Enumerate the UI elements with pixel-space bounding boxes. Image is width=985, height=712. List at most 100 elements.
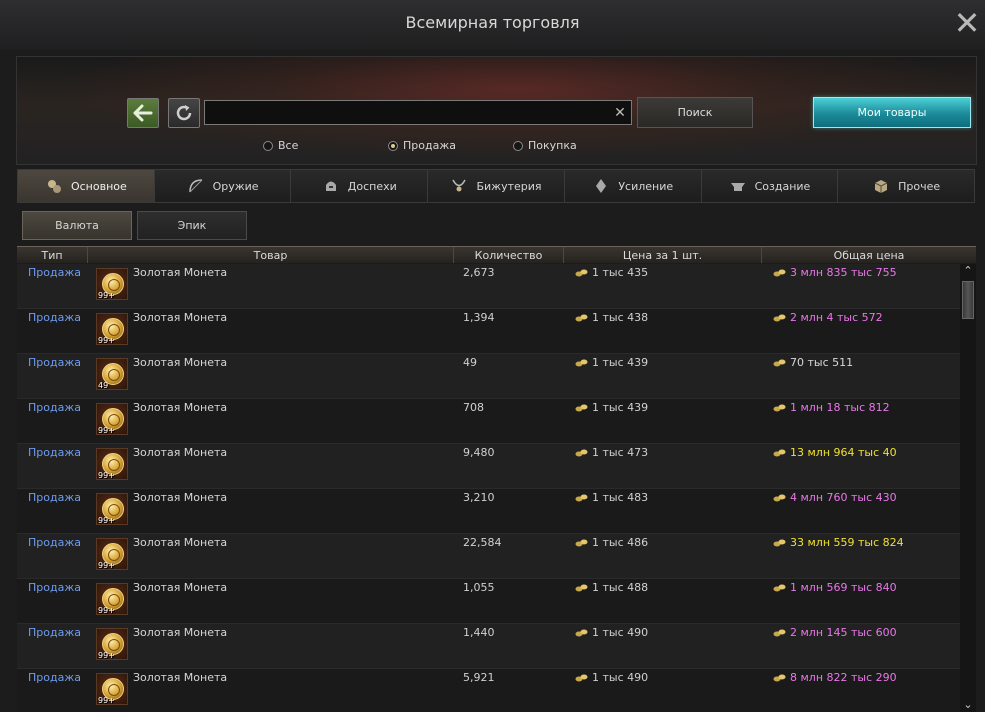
gold-coin-icon: 99+ <box>96 583 128 615</box>
item-icon[interactable]: 99+ <box>96 403 128 435</box>
row-total-price: 8 млн 822 тыс 290 <box>773 671 897 684</box>
tab-jewelry[interactable]: Бижутерия <box>428 170 565 202</box>
tab-weapons[interactable]: Оружие <box>154 170 292 202</box>
coin-icon <box>575 494 588 502</box>
filter-label: Покупка <box>528 139 577 152</box>
row-unit-price: 1 тыс 486 <box>575 536 648 549</box>
row-total-price: 2 млн 145 тыс 600 <box>773 626 897 639</box>
table-row[interactable]: Продажа 99+ Золотая Монета 1,394 1 тыс 438 2 … <box>17 309 960 354</box>
coin-icon <box>773 584 786 592</box>
table-row[interactable]: Продажа 99+ Золотая Монета 708 1 тыс 439 1 мл… <box>17 399 960 444</box>
column-header-unit-price[interactable]: Цена за 1 шт. <box>564 247 762 263</box>
coin-icon <box>575 584 588 592</box>
row-type[interactable]: Продажа <box>28 536 81 549</box>
table-row[interactable]: Продажа 99+ Золотая Монета 3,210 1 тыс 483 4 … <box>17 489 960 534</box>
coin-icon <box>575 314 588 322</box>
tab-main[interactable]: Основное <box>18 170 155 202</box>
column-header-type[interactable]: Тип <box>17 247 88 263</box>
row-type[interactable]: Продажа <box>28 311 81 324</box>
table-row[interactable]: Продажа 99+ Золотая Монета 2,673 1 тыс 435 3 … <box>17 264 960 309</box>
row-unit-price: 1 тыс 483 <box>575 491 648 504</box>
bow-icon <box>188 179 202 193</box>
clear-search-button[interactable]: ✕ <box>611 104 629 122</box>
tab-enhancement[interactable]: Усиление <box>564 170 702 202</box>
table-row[interactable]: Продажа 99+ Золотая Монета 1,440 1 тыс 490 2 … <box>17 624 960 669</box>
unit-price-value: 1 тыс 486 <box>592 536 649 549</box>
row-type[interactable]: Продажа <box>28 266 81 279</box>
item-icon[interactable]: 99+ <box>96 493 128 525</box>
coin-icon <box>575 404 588 412</box>
item-icon[interactable]: 99+ <box>96 313 128 345</box>
gold-coin-icon: 99+ <box>96 268 128 300</box>
table-row[interactable]: Продажа 99+ Золотая Монета 1,055 1 тыс 488 1 … <box>17 579 960 624</box>
coin-icon <box>575 629 588 637</box>
column-header-total-price[interactable]: Общая цена <box>762 247 976 263</box>
item-icon[interactable]: 49 <box>96 358 128 390</box>
row-unit-price: 1 тыс 490 <box>575 671 648 684</box>
item-icon[interactable]: 99+ <box>96 268 128 300</box>
column-header-item[interactable]: Товар <box>88 247 454 263</box>
tab-other[interactable]: Прочее <box>838 170 975 202</box>
stack-count: 99+ <box>98 291 115 300</box>
row-type[interactable]: Продажа <box>28 491 81 504</box>
row-type[interactable]: Продажа <box>28 671 81 684</box>
item-icon[interactable]: 99+ <box>96 673 128 705</box>
subtab-epic[interactable]: Эпик <box>137 211 247 240</box>
item-icon[interactable]: 99+ <box>96 628 128 660</box>
chevron-down-icon[interactable]: ⌄ <box>960 698 976 712</box>
refresh-icon <box>176 105 192 121</box>
close-button[interactable]: ✕ <box>951 7 983 40</box>
unit-price-value: 1 тыс 473 <box>592 446 649 459</box>
item-icon[interactable]: 99+ <box>96 583 128 615</box>
gold-coin-icon: 99+ <box>96 538 128 570</box>
item-icon[interactable]: 99+ <box>96 538 128 570</box>
row-type[interactable]: Продажа <box>28 581 81 594</box>
row-type[interactable]: Продажа <box>28 626 81 639</box>
row-total-price: 13 млн 964 тыс 40 <box>773 446 897 459</box>
row-total-price: 2 млн 4 тыс 572 <box>773 311 883 324</box>
filter-buy-radio[interactable]: Покупка <box>513 139 577 152</box>
row-type[interactable]: Продажа <box>28 401 81 414</box>
coin-icon <box>773 674 786 682</box>
tab-armor[interactable]: Доспехи <box>291 170 429 202</box>
coin-icon <box>773 494 786 502</box>
coin-icon <box>773 359 786 367</box>
unit-price-value: 1 тыс 439 <box>592 356 649 369</box>
refresh-button[interactable] <box>168 98 200 128</box>
row-quantity: 1,055 <box>463 581 495 594</box>
coin-icon <box>575 449 588 457</box>
my-goods-button[interactable]: Мои товары <box>813 97 971 128</box>
tab-label: Оружие <box>212 179 259 193</box>
row-type[interactable]: Продажа <box>28 446 81 459</box>
table-row[interactable]: Продажа 99+ Золотая Монета 22,584 1 тыс 486 3… <box>17 534 960 579</box>
row-quantity: 49 <box>463 356 477 369</box>
scroll-thumb[interactable] <box>962 281 974 319</box>
box-icon <box>874 180 888 193</box>
coin-icon <box>773 539 786 547</box>
total-price-value: 33 млн 559 тыс 824 <box>790 536 904 549</box>
item-name: Золотая Монета <box>133 536 228 549</box>
column-header-quantity[interactable]: Количество <box>454 247 564 263</box>
back-button[interactable] <box>127 98 159 128</box>
filter-all-radio[interactable]: Все <box>263 139 298 152</box>
scrollbar[interactable]: ⌃ ⌄ <box>960 264 976 712</box>
anvil-icon <box>730 183 745 191</box>
search-input[interactable] <box>204 100 632 125</box>
stack-count: 99+ <box>98 336 115 345</box>
filter-sell-radio[interactable]: Продажа <box>388 139 456 152</box>
item-name: Золотая Монета <box>133 266 228 279</box>
row-quantity: 5,921 <box>463 671 495 684</box>
row-type[interactable]: Продажа <box>28 356 81 369</box>
search-button[interactable]: Поиск <box>637 97 753 128</box>
tab-label: Создание <box>754 179 811 193</box>
stack-count: 99+ <box>98 696 115 705</box>
subtab-currency[interactable]: Валюта <box>22 211 132 240</box>
table-row[interactable]: Продажа 99+ Золотая Монета 5,921 1 тыс 490 8 … <box>17 669 960 712</box>
tab-crafting[interactable]: Создание <box>701 170 839 202</box>
row-quantity: 708 <box>463 401 484 414</box>
item-icon[interactable]: 99+ <box>96 448 128 480</box>
table-row[interactable]: Продажа 49 Золотая Монета 49 1 тыс 439 70 тыс… <box>17 354 960 399</box>
stack-count: 99+ <box>98 426 115 435</box>
chevron-up-icon[interactable]: ⌃ <box>960 264 976 278</box>
table-row[interactable]: Продажа 99+ Золотая Монета 9,480 1 тыс 473 13… <box>17 444 960 489</box>
